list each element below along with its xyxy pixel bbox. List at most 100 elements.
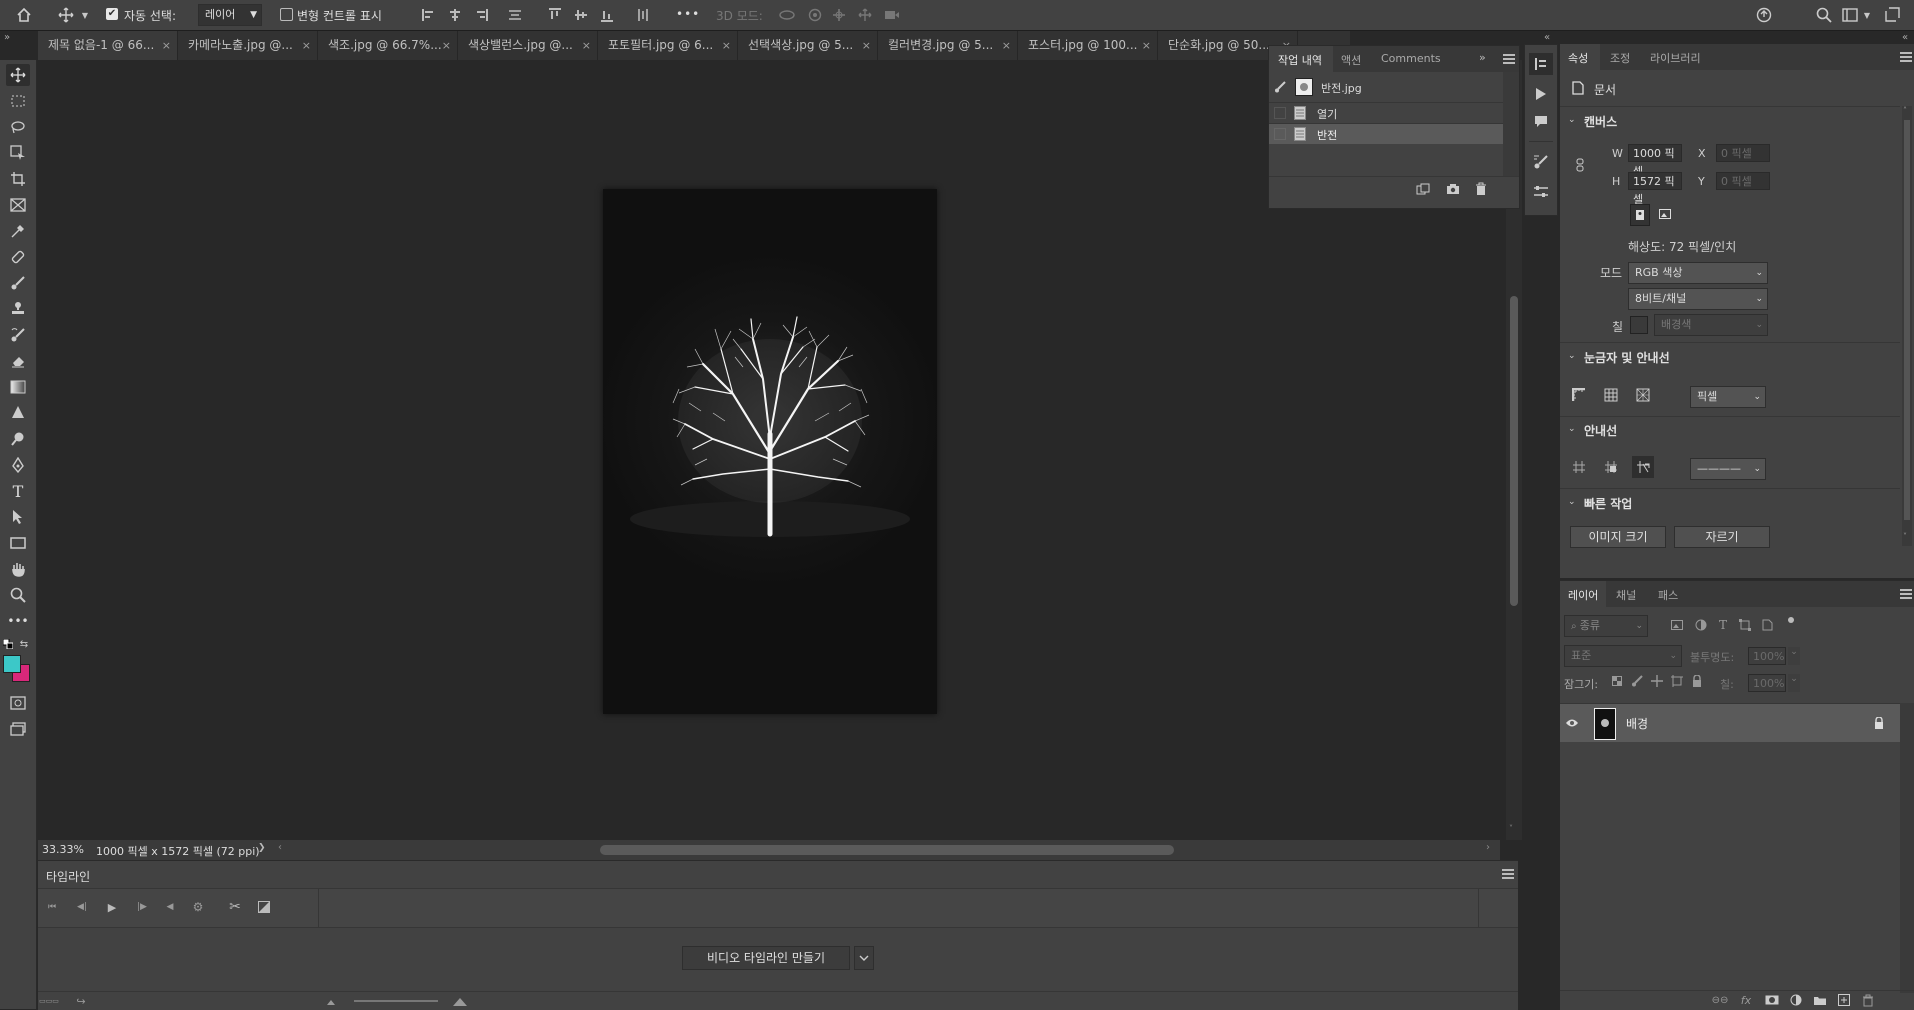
next-frame-icon[interactable]: |▶ — [134, 899, 150, 915]
smart-object-filter-icon[interactable] — [1760, 618, 1774, 632]
shape-layer-filter-icon[interactable] — [1738, 618, 1752, 632]
history-brush-checkbox[interactable] — [1274, 128, 1286, 140]
adjustment-layer-filter-icon[interactable] — [1694, 618, 1708, 632]
type-layer-filter-icon[interactable]: T — [1716, 618, 1730, 632]
document-tab[interactable]: 선택색상.jpg @ 5... × — [738, 31, 878, 60]
blur-tool-icon[interactable] — [6, 402, 30, 424]
y-field[interactable]: 0 픽셀 — [1716, 172, 1770, 190]
layer-name[interactable]: 배경 — [1626, 715, 1648, 732]
transform-controls-checkbox[interactable] — [280, 8, 293, 21]
zoom-tool-icon[interactable] — [6, 584, 30, 606]
scroll-left-arrow[interactable]: ‹ — [278, 842, 282, 853]
scissors-icon[interactable]: ✂ — [226, 899, 244, 915]
ruler-icon[interactable] — [1570, 386, 1588, 404]
chevron-down-icon[interactable] — [854, 946, 874, 970]
zoom-out-mountain-icon[interactable] — [326, 997, 336, 1007]
chevron-down-icon[interactable]: ▼ — [1862, 9, 1872, 21]
bit-depth-dropdown[interactable]: 8비트/채널 ⌄ — [1628, 288, 1768, 310]
fill-dropdown[interactable]: 배경색 ⌄ — [1654, 314, 1768, 336]
new-group-icon[interactable] — [1812, 993, 1828, 1007]
fx-icon[interactable]: fx — [1738, 993, 1754, 1007]
zoom-in-mountain-icon[interactable] — [452, 995, 468, 1007]
tab-properties[interactable]: 속성 — [1560, 44, 1600, 70]
quick-actions-section-title[interactable]: 빠른 작업 — [1584, 495, 1632, 512]
horizontal-scroll-thumb[interactable] — [600, 845, 1174, 855]
trash-icon[interactable] — [1860, 993, 1876, 1007]
landscape-orientation-icon[interactable] — [1656, 204, 1674, 224]
document-tab[interactable]: 색상밸런스.jpg @... × — [458, 31, 598, 60]
panel-menu-icon[interactable] — [1900, 52, 1912, 62]
link-layers-icon[interactable]: ⊖⊖ — [1712, 993, 1729, 1007]
healing-brush-icon[interactable] — [6, 246, 30, 268]
tab-comments[interactable]: Comments — [1381, 52, 1441, 65]
crop-tool-icon[interactable] — [6, 168, 30, 190]
hand-tool-icon[interactable] — [6, 558, 30, 580]
default-colors-icon[interactable] — [2, 638, 14, 650]
image-size-button[interactable]: 이미지 크기 — [1570, 526, 1666, 548]
chevron-down-icon[interactable]: ▼ — [80, 9, 90, 21]
gradient-tool-icon[interactable] — [6, 376, 30, 398]
guide-line-style-dropdown[interactable]: ———— ⌄ — [1690, 458, 1766, 480]
vertical-scroll-thumb[interactable] — [1510, 296, 1518, 606]
guides-from-shape-icon[interactable] — [1602, 458, 1620, 476]
layer-mask-icon[interactable] — [1764, 993, 1780, 1007]
close-icon[interactable]: × — [302, 31, 311, 60]
ruler-unit-dropdown[interactable]: 픽셀 ⌄ — [1690, 386, 1766, 408]
play-icon[interactable]: ▶ — [104, 899, 120, 915]
tab-adjustments[interactable]: 조정 — [1610, 50, 1630, 66]
panel-menu-icon[interactable] — [1502, 869, 1514, 879]
document-tab[interactable]: 컬러변경.jpg @ 5... × — [878, 31, 1018, 60]
lock-pixels-icon[interactable] — [1630, 674, 1644, 688]
chevron-down-icon[interactable]: ⌄ — [1568, 424, 1576, 434]
lock-all-icon[interactable] — [1690, 674, 1704, 688]
3d-orbit-icon[interactable] — [778, 6, 796, 24]
foreground-color-swatch[interactable] — [3, 655, 21, 673]
opacity-field[interactable]: 100% — [1748, 647, 1786, 665]
width-field[interactable]: 1000 픽셀 — [1628, 144, 1682, 178]
eye-visibility-icon[interactable] — [1564, 716, 1580, 730]
previous-frame-icon[interactable]: ◀| — [74, 899, 90, 915]
scroll-right-arrow[interactable]: › — [1486, 842, 1490, 853]
frame-tool-icon[interactable] — [6, 194, 30, 216]
actions-panel-icon[interactable] — [1529, 83, 1553, 105]
align-right-icon[interactable] — [472, 6, 490, 24]
type-tool-icon[interactable]: T — [6, 480, 30, 502]
fill-opacity-field[interactable]: 100% — [1748, 674, 1786, 692]
panel-collapse-arrow-right[interactable]: « — [1902, 32, 1908, 43]
close-icon[interactable]: × — [442, 31, 451, 60]
lock-position-icon[interactable] — [1650, 674, 1664, 688]
properties-scrollbar[interactable]: ˄ ˅ — [1902, 106, 1912, 546]
align-bottom-icon[interactable] — [598, 6, 616, 24]
document-tab[interactable]: 포토필터.jpg @ 6... × — [598, 31, 738, 60]
canvas-section-title[interactable]: 캔버스 — [1584, 113, 1617, 130]
more-tools-icon[interactable]: ••• — [6, 610, 30, 632]
status-menu-arrow[interactable]: ❯ — [258, 843, 266, 853]
tab-history[interactable]: 작업 내역 — [1269, 46, 1333, 72]
stamp-tool-icon[interactable] — [6, 298, 30, 320]
move-tool-icon[interactable] — [6, 64, 30, 86]
document-tab[interactable]: 카메라노출.jpg @... × — [178, 31, 318, 60]
audio-icon[interactable]: ◀ — [162, 899, 178, 915]
chevron-down-icon[interactable]: ⌄ — [1788, 647, 1800, 665]
comments-panel-icon[interactable] — [1529, 111, 1553, 133]
workspace-icon[interactable] — [1840, 5, 1860, 25]
close-icon[interactable]: × — [162, 31, 171, 60]
document-tab[interactable]: 색조.jpg @ 66.7%... × — [318, 31, 458, 60]
brush-tool-icon[interactable] — [6, 272, 30, 294]
brush-settings-icon[interactable] — [1529, 151, 1553, 173]
guides-section-title[interactable]: 안내선 — [1584, 422, 1617, 439]
frame-animation-icon[interactable]: ▭▭▭ — [39, 995, 59, 1007]
portrait-orientation-icon[interactable] — [1630, 204, 1650, 226]
marquee-tool-icon[interactable] — [6, 90, 30, 112]
chevron-down-icon[interactable]: ⌄ — [1568, 497, 1576, 507]
panel-collapse-arrow-mid[interactable]: « — [1544, 32, 1550, 43]
panel-menu-icon[interactable] — [1503, 54, 1515, 64]
auto-select-checkbox[interactable]: ✔ — [106, 8, 118, 20]
go-to-first-frame-icon[interactable]: ⏮ — [44, 899, 60, 915]
object-select-tool-icon[interactable] — [6, 142, 30, 164]
timeline-zoom-slider[interactable] — [354, 1000, 438, 1002]
history-brush-icon[interactable] — [6, 324, 30, 346]
align-middle-icon[interactable] — [572, 6, 590, 24]
tab-channels[interactable]: 채널 — [1616, 587, 1636, 603]
history-panel-icon[interactable] — [1529, 53, 1553, 75]
